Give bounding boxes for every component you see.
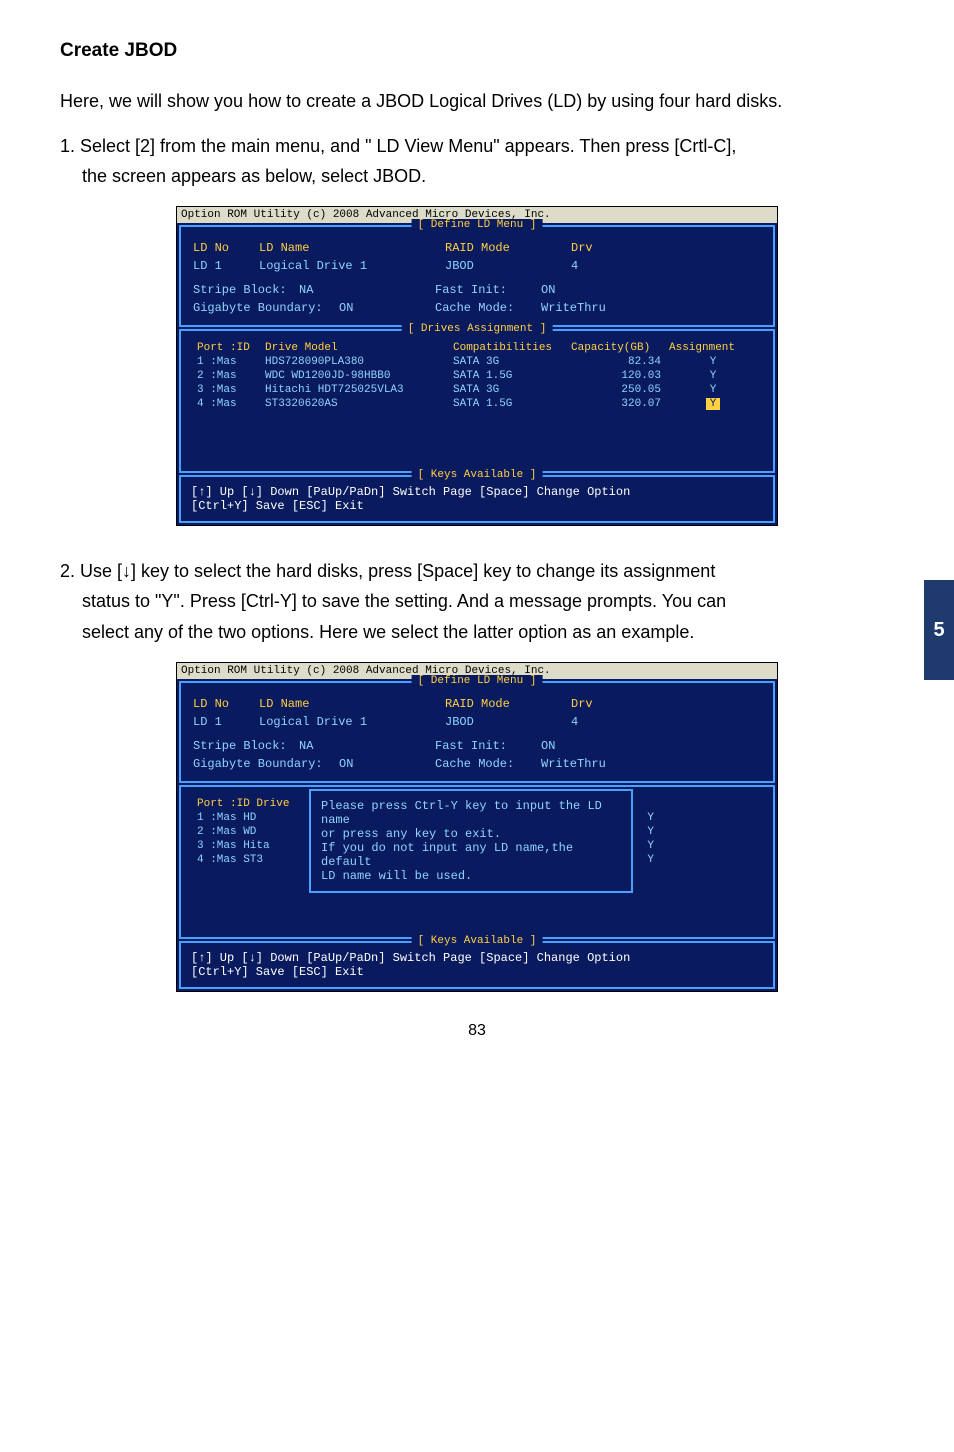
col-ldno-2: LD No — [193, 697, 253, 711]
chapter-tab: 5 — [924, 580, 954, 680]
drives-table: Port :ID Drive Model Compatibilities Cap… — [193, 341, 761, 411]
col-ldname: LD Name — [259, 241, 439, 255]
bios-screenshot-2: Option ROM Utility (c) 2008 Advanced Mic… — [176, 662, 778, 992]
keys-line-1: [↑] Up [↓] Down [PaUp/PaDn] Switch Page … — [191, 485, 763, 499]
step-1: 1. Select [2] from the main menu, and " … — [60, 131, 894, 192]
step-2-line1: 2. Use [↓] key to select the hard disks,… — [60, 561, 715, 581]
col-raidmode-2: RAID Mode — [445, 697, 565, 711]
dialog-line-3: If you do not input any LD name,the defa… — [321, 841, 621, 869]
dialog-line-4: LD name will be used. — [321, 869, 621, 883]
keys-line-2: [Ctrl+Y] Save [ESC] Exit — [191, 499, 763, 513]
fast-init-label: Fast Init: — [435, 283, 535, 297]
drive-row: 3 :Mas Hitachi HDT725025VLA3 SATA 3G 250… — [193, 383, 761, 397]
col-capacity: Capacity(GB) — [567, 341, 665, 355]
col-assignment: Assignment — [665, 341, 761, 355]
col-ldname-2: LD Name — [259, 697, 439, 711]
cache-mode-label: Cache Mode: — [435, 301, 535, 315]
fast-init-label-2: Fast Init: — [435, 739, 535, 753]
fast-init-value: ON — [541, 283, 555, 297]
col-port: Port :ID — [193, 341, 261, 355]
drv-value-2: 4 — [571, 715, 578, 729]
step-1-line1: 1. Select [2] from the main menu, and " … — [60, 136, 736, 156]
ld-name-prompt-dialog[interactable]: Please press Ctrl-Y key to input the LD … — [309, 789, 633, 893]
col-drv: Drv — [571, 241, 593, 255]
drive-row: 2 :Mas WDC WD1200JD-98HBB0 SATA 1.5G 120… — [193, 369, 761, 383]
gigabyte-boundary-label: Gigabyte Boundary: — [193, 301, 333, 315]
step-2-line3: select any of the two options. Here we s… — [60, 617, 894, 648]
intro-paragraph: Here, we will show you how to create a J… — [60, 86, 894, 117]
col-ldno: LD No — [193, 241, 253, 255]
stripe-block-value-2: NA — [299, 739, 429, 753]
dialog-line-2: or press any key to exit. — [321, 827, 621, 841]
cache-mode-label-2: Cache Mode: — [435, 757, 535, 771]
keys-available-title-2: [ Keys Available ] — [412, 935, 543, 947]
gigabyte-boundary-label-2: Gigabyte Boundary: — [193, 757, 333, 771]
define-ld-menu-title: [ Define LD Menu ] — [412, 219, 543, 231]
keys-available-title: [ Keys Available ] — [412, 469, 543, 481]
step-1-line2: the screen appears as below, select JBOD… — [60, 161, 894, 192]
gigabyte-boundary-value-2: ON — [339, 757, 429, 771]
dialog-line-1: Please press Ctrl-Y key to input the LD … — [321, 799, 621, 827]
col-raidmode: RAID Mode — [445, 241, 565, 255]
raid-mode-value: JBOD — [445, 259, 565, 273]
step-2-line2: status to "Y". Press [Ctrl-Y] to save th… — [60, 586, 894, 617]
stripe-block-value: NA — [299, 283, 429, 297]
cache-mode-value: WriteThru — [541, 301, 606, 315]
drive-row: 1 :Mas HDS728090PLA380 SATA 3G 82.34 Y — [193, 355, 761, 369]
drv-value: 4 — [571, 259, 578, 273]
section-heading: Create JBOD — [60, 40, 894, 62]
ld-name-value-2: Logical Drive 1 — [259, 715, 439, 729]
raid-mode-value-2: JBOD — [445, 715, 565, 729]
col-drive-model: Drive Model — [261, 341, 449, 355]
assignment-highlight[interactable]: Y — [706, 398, 721, 410]
bios-screenshot-1: Option ROM Utility (c) 2008 Advanced Mic… — [176, 206, 778, 526]
gigabyte-boundary-value: ON — [339, 301, 429, 315]
drive-row: 4 :Mas ST3320620AS SATA 1.5G 320.07 Y — [193, 397, 761, 411]
stripe-block-label-2: Stripe Block: — [193, 739, 293, 753]
col-compat: Compatibilities — [449, 341, 567, 355]
ld-name-value: Logical Drive 1 — [259, 259, 439, 273]
fast-init-value-2: ON — [541, 739, 555, 753]
define-ld-menu-title-2: [ Define LD Menu ] — [412, 675, 543, 687]
cache-mode-value-2: WriteThru — [541, 757, 606, 771]
stripe-block-label: Stripe Block: — [193, 283, 293, 297]
ld-no-value: LD 1 — [193, 259, 253, 273]
page-number: 83 — [60, 1022, 894, 1040]
keys-line-1b: [↑] Up [↓] Down [PaUp/PaDn] Switch Page … — [191, 951, 763, 965]
keys-line-2b: [Ctrl+Y] Save [ESC] Exit — [191, 965, 763, 979]
col-drv-2: Drv — [571, 697, 593, 711]
ld-no-value-2: LD 1 — [193, 715, 253, 729]
drives-assignment-title: [ Drives Assignment ] — [402, 323, 553, 335]
step-2: 2. Use [↓] key to select the hard disks,… — [60, 556, 894, 648]
